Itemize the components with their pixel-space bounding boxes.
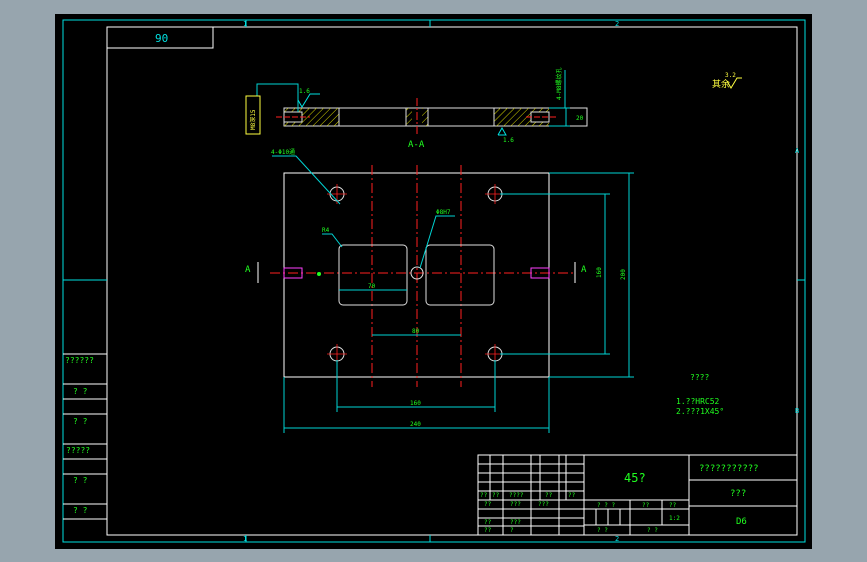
tb-row-d-1: ?? bbox=[484, 527, 492, 534]
thread-label: M8深15 bbox=[249, 109, 257, 130]
dim-right-inner: 160 bbox=[596, 267, 603, 278]
section-label: A-A bbox=[408, 140, 425, 150]
left-strip-row-6: ? ? bbox=[73, 506, 88, 515]
zone-mark-top-1: 1 bbox=[243, 20, 247, 28]
dim-center-spacing: 80 bbox=[412, 328, 420, 335]
tb-row-d-2: ? bbox=[510, 527, 514, 534]
zone-mark-top-2: 2 bbox=[615, 20, 619, 28]
roughness-left: 1.6 bbox=[299, 88, 310, 95]
zone-mark-bottom-2: 2 bbox=[615, 535, 619, 543]
holes-callout: 4-Φ10通 bbox=[271, 148, 295, 156]
tb-row-a-2: ?? bbox=[492, 492, 500, 499]
tb-row-c-2: ??? bbox=[510, 519, 521, 526]
tb-row-c-1: ?? bbox=[484, 519, 492, 526]
section-mark-right: A bbox=[581, 265, 587, 275]
tech-note-1: 1.??HRC52 bbox=[676, 397, 720, 406]
tb-row-b-2: ??? bbox=[510, 501, 521, 508]
tb-drawing-number: D6 bbox=[736, 517, 747, 527]
tb-row-b-1: ?? bbox=[484, 501, 492, 508]
tb-company: ??????????? bbox=[699, 464, 759, 474]
tb-material: 45? bbox=[624, 471, 646, 485]
left-strip-row-3: ? ? bbox=[73, 417, 88, 426]
height-dim: 20 bbox=[576, 115, 584, 122]
section-mark-left: A bbox=[245, 265, 251, 275]
left-strip-row-4: ????? bbox=[66, 446, 90, 455]
dim-overall-width: 240 bbox=[410, 421, 421, 428]
surface-note-value: 3.2 bbox=[725, 72, 736, 79]
surface-note-label: 其余 bbox=[712, 78, 730, 90]
hatch-center-left bbox=[406, 108, 412, 126]
tb-scale-value: 1:2 bbox=[669, 515, 680, 522]
tb-sheet-label: ? ? bbox=[597, 527, 608, 534]
cad-drawing: 1 2 1 2 A B 90 M8深15 1.6 1.6 20 4-M8螺纹孔 … bbox=[55, 14, 812, 549]
tb-weight-label: ?? bbox=[642, 502, 650, 509]
tb-scale-label: ?? bbox=[669, 502, 677, 509]
slot-radius: R4 bbox=[322, 227, 330, 234]
tb-drawing-name: ??? bbox=[730, 489, 746, 499]
tb-row-a-1: ?? bbox=[480, 492, 488, 499]
center-hole-callout: Φ8H7 bbox=[436, 209, 451, 216]
zone-mark-right-b: B bbox=[795, 407, 799, 415]
roughness-right: 1.6 bbox=[503, 137, 514, 144]
tech-notes-title: ???? bbox=[690, 373, 709, 382]
left-strip-row-1: ?????? bbox=[65, 356, 94, 365]
tb-row-b-3: ??? bbox=[538, 501, 549, 508]
tb-stage-label: ? ? ? bbox=[597, 502, 615, 509]
dim-hole-spacing: 160 bbox=[410, 400, 421, 407]
left-strip-row-2: ? ? bbox=[73, 387, 88, 396]
section-vertical-note: 4-M8螺纹孔 bbox=[555, 68, 563, 100]
hatch-center-right bbox=[422, 108, 428, 126]
tb-row-a-5: ?? bbox=[568, 492, 576, 499]
tb-sheet-of-label: ? ? bbox=[647, 527, 658, 534]
tb-row-a-4: ?? bbox=[545, 492, 553, 499]
dim-right-outer: 200 bbox=[620, 269, 627, 280]
tb-row-a-3: ???? bbox=[509, 492, 524, 499]
corner-box-text: 90 bbox=[155, 32, 168, 45]
dim-slot-width: 70 bbox=[368, 283, 376, 290]
zone-mark-bottom-1: 1 bbox=[243, 535, 247, 543]
tech-note-2: 2.???1X45° bbox=[676, 407, 724, 416]
left-strip-row-5: ? ? bbox=[73, 476, 88, 485]
